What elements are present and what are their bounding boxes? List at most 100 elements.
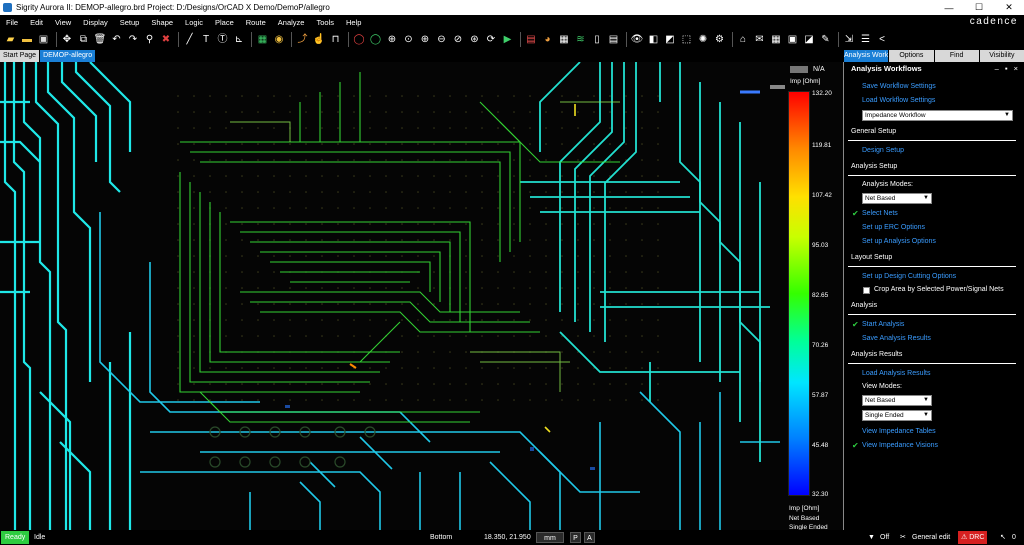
pin-icon[interactable]: ⚲ (142, 32, 157, 47)
menu-tools[interactable]: Tools (310, 18, 340, 27)
export-icon[interactable]: ⇲ (842, 32, 857, 47)
grid-icon[interactable]: ▦ (557, 32, 572, 47)
menu-analyze[interactable]: Analyze (272, 18, 311, 27)
delete-icon[interactable]: 🗑 (93, 32, 108, 47)
setup-erc-link[interactable]: Set up ERC Options (862, 224, 925, 231)
red-circle-icon[interactable]: ◯ (352, 32, 367, 47)
chip-icon[interactable]: ◉ (272, 32, 287, 47)
menu-shape[interactable]: Shape (145, 18, 179, 27)
list-icon[interactable]: ☰ (858, 32, 873, 47)
active-layer[interactable]: Bottom (430, 530, 452, 545)
report-icon[interactable]: ▤ (606, 32, 621, 47)
flag-icon[interactable]: ▶ (500, 32, 515, 47)
filter-icon[interactable]: ▼ (868, 530, 875, 545)
drc-indicator[interactable]: ⚠ DRC (958, 531, 988, 544)
main-toolbar: ▰ ▬ ▣ ✥ ⧉ 🗑 ↶ ↷ ⚲ ✖ ╱ T Ⓣ ⊾ ▦ ◉ ⤴ ☝ ⊓ ◯ … (0, 29, 1024, 50)
redraw-icon[interactable]: ⟳ (484, 32, 499, 47)
menu-view[interactable]: View (49, 18, 77, 27)
text-edit-icon[interactable]: Ⓣ (215, 32, 230, 47)
route-icon[interactable]: ⤴ (295, 32, 310, 47)
highlight-icon[interactable]: ◧ (646, 32, 661, 47)
sun-icon[interactable]: ✺ (696, 32, 711, 47)
save-workflow-link[interactable]: Save Workflow Settings (862, 83, 936, 90)
visibility-icon[interactable]: 👁 (630, 32, 645, 47)
stack-icon[interactable]: ≋ (573, 32, 588, 47)
design-cutting-link[interactable]: Set up Design Cutting Options (862, 273, 956, 280)
text-icon[interactable]: T (199, 32, 214, 47)
setup-analysis-link[interactable]: Set up Analysis Options (862, 238, 936, 245)
unpin-icon[interactable]: ✖ (159, 32, 174, 47)
tab-options[interactable]: Options (889, 50, 934, 62)
menu-display[interactable]: Display (77, 18, 114, 27)
play-icon[interactable]: ▣ (785, 32, 800, 47)
panel-controls[interactable]: – ▪ × (995, 62, 1020, 75)
new-file-icon[interactable]: ▰ (3, 32, 18, 47)
edit-icon[interactable]: ✎ (818, 32, 833, 47)
view-mode-select[interactable]: Net Based ▼ (862, 395, 932, 406)
home-icon[interactable]: ⌂ (736, 32, 751, 47)
tab-visibility[interactable]: Visibility (979, 50, 1024, 62)
workflow-select[interactable]: Impedance Workflow ▼ (862, 110, 1013, 121)
zoom-fit-icon[interactable]: ⊕ (385, 32, 400, 47)
line-icon[interactable]: ╱ (182, 32, 197, 47)
save-results-link[interactable]: Save Analysis Results (862, 335, 931, 342)
start-analysis-link[interactable]: Start Analysis (862, 321, 904, 328)
zoom-world-icon[interactable]: ⊛ (467, 32, 482, 47)
view-tables-link[interactable]: View Impedance Tables (862, 428, 936, 435)
settings-icon[interactable]: ⚙ (712, 32, 727, 47)
ruler-icon[interactable]: ⊾ (232, 32, 247, 47)
document-icon[interactable]: ▯ (590, 32, 605, 47)
load-workflow-link[interactable]: Load Workflow Settings (862, 97, 935, 104)
move-icon[interactable]: ✥ (60, 32, 75, 47)
save-icon[interactable]: ▣ (36, 32, 51, 47)
view-type-select[interactable]: Single Ended ▼ (862, 410, 932, 421)
close-button[interactable]: ✕ (994, 0, 1024, 15)
zoom-points-icon[interactable]: ⊙ (401, 32, 416, 47)
open-folder-icon[interactable]: ▬ (20, 32, 35, 47)
tab-demop-allegro[interactable]: DEMOP-allegro (40, 50, 96, 62)
mail-icon[interactable]: ✉ (752, 32, 767, 47)
menu-logic[interactable]: Logic (179, 18, 209, 27)
menu-help[interactable]: Help (340, 18, 367, 27)
crop-area-checkbox[interactable] (863, 287, 870, 294)
view-visions-link[interactable]: View Impedance Visions (862, 442, 938, 449)
assign-icon[interactable]: ⬚ (679, 32, 694, 47)
layers-icon[interactable]: ▤ (524, 32, 539, 47)
tune-icon[interactable]: ⊓ (328, 32, 343, 47)
component-icon[interactable]: ▦ (255, 32, 270, 47)
green-circle-icon[interactable]: ◯ (368, 32, 383, 47)
p-button[interactable]: P (570, 532, 581, 543)
redo-icon[interactable]: ↷ (126, 32, 141, 47)
checkmark-icon: ✔ (852, 441, 859, 450)
units-box[interactable]: mm (536, 532, 564, 543)
color-icon[interactable]: ◕ (540, 32, 555, 47)
analysis-mode-select[interactable]: Net Based ▼ (862, 193, 932, 204)
select-nets-link[interactable]: Select Nets (862, 210, 898, 217)
design-setup-link[interactable]: Design Setup (862, 147, 904, 154)
copy-icon[interactable]: ⧉ (76, 32, 91, 47)
layout-icon[interactable]: ◪ (802, 32, 817, 47)
menu-setup[interactable]: Setup (114, 18, 146, 27)
minimize-button[interactable]: — (934, 0, 964, 15)
load-results-link[interactable]: Load Analysis Results (862, 370, 930, 377)
hand-icon[interactable]: ☝ (312, 32, 327, 47)
maximize-button[interactable]: ☐ (964, 0, 994, 15)
zoom-in-icon[interactable]: ⊕ (418, 32, 433, 47)
zoom-out-icon[interactable]: ⊖ (434, 32, 449, 47)
tools-icon: ✂ (900, 534, 906, 541)
menu-place[interactable]: Place (209, 18, 240, 27)
a-button[interactable]: A (584, 532, 595, 543)
menu-edit[interactable]: Edit (24, 18, 49, 27)
tab-analysis-workflows[interactable]: Analysis Workflo... (844, 50, 889, 62)
undo-icon[interactable]: ↶ (109, 32, 124, 47)
menu-file[interactable]: File (0, 18, 24, 27)
share-icon[interactable]: < (875, 32, 890, 47)
panel-scrollbar[interactable] (1017, 75, 1024, 530)
pcb-canvas[interactable] (0, 62, 843, 530)
menu-route[interactable]: Route (240, 18, 272, 27)
net-color-icon[interactable]: ◩ (663, 32, 678, 47)
zoom-previous-icon[interactable]: ⊘ (451, 32, 466, 47)
tab-find[interactable]: Find (934, 50, 979, 62)
table-icon[interactable]: ▦ (769, 32, 784, 47)
tab-start-page[interactable]: Start Page (0, 50, 40, 62)
